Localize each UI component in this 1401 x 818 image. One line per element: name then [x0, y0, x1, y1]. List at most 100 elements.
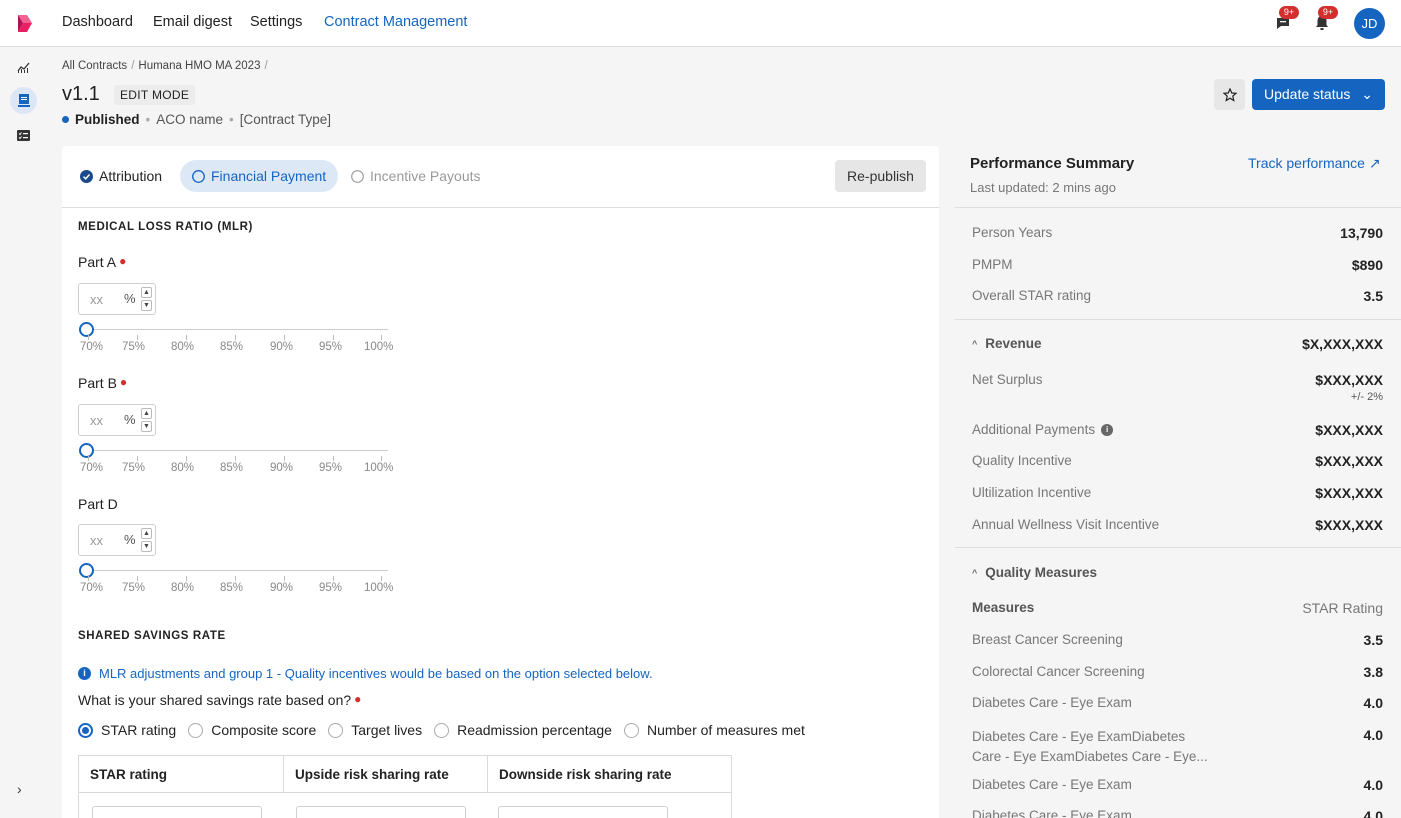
measure-row: Diabetes Care - Eye ExamDiabetes Care - …	[972, 727, 1383, 764]
metric-pmpm: PMPM $890	[972, 257, 1383, 273]
contract-form-card: Attribution Financial Payment Incentive …	[62, 146, 939, 818]
status-dot-icon	[62, 115, 69, 123]
part-d-input[interactable]: xx % ▲ ▼	[78, 524, 156, 556]
nav-dashboard[interactable]: Dashboard	[62, 14, 133, 30]
favorite-button[interactable]	[1214, 79, 1245, 110]
risk-sharing-table: STAR rating Upside risk sharing rate Dow…	[78, 755, 732, 818]
update-status-button[interactable]: Update status ⌄	[1252, 79, 1385, 110]
quality-measures-header: Measures STAR Rating	[972, 600, 1383, 616]
aco-name: ACO name	[156, 112, 224, 127]
shared-savings-heading: SHARED SAVINGS RATE	[78, 630, 226, 642]
radio-readmission-percentage[interactable]: Readmission percentage	[434, 722, 612, 738]
chevron-up-icon: ^	[972, 339, 978, 350]
checklist-icon	[17, 130, 30, 141]
sidebar: ›	[0, 47, 47, 818]
shared-savings-options: STAR rating Composite score Target lives…	[78, 722, 807, 738]
measure-row: Diabetes Care - Eye Exam 4.0	[972, 695, 1383, 711]
increment-icon[interactable]: ▲	[141, 287, 152, 298]
sidebar-analytics[interactable]	[10, 53, 37, 80]
last-updated: Last updated: 2 mins ago	[970, 180, 1116, 195]
table-header-upside: Upside risk sharing rate	[284, 756, 488, 793]
contract-document-icon	[17, 94, 30, 107]
nav-contract-management[interactable]: Contract Management	[324, 14, 467, 30]
mlr-heading: MEDICAL LOSS RATIO (MLR)	[78, 221, 253, 233]
slider-thumb[interactable]	[79, 563, 94, 578]
measure-row: Diabetes Care - Eye Exam 4.0	[972, 808, 1383, 818]
table-header-downside: Downside risk sharing rate	[488, 756, 732, 793]
contract-type: [Contract Type]	[239, 112, 332, 127]
radio-number-of-measures-met[interactable]: Number of measures met	[623, 722, 805, 738]
slider-thumb[interactable]	[79, 322, 94, 337]
star-rating-input[interactable]	[92, 806, 262, 818]
notifications-badge: 9+	[1318, 6, 1338, 19]
nav-email-digest[interactable]: Email digest	[153, 14, 232, 30]
measure-row: Colorectal Cancer Screening 3.8	[972, 664, 1383, 680]
step-tabs: Attribution Financial Payment Incentive …	[62, 146, 939, 208]
star-icon	[1222, 87, 1237, 102]
tab-financial-payment[interactable]: Financial Payment	[180, 160, 339, 192]
slider-thumb[interactable]	[79, 443, 94, 458]
quality-incentive-row: Quality Incentive $XXX,XXX	[972, 453, 1383, 469]
analytics-chart-icon	[16, 62, 29, 73]
breadcrumb-current[interactable]: Humana HMO MA 2023	[138, 60, 260, 72]
upside-rate-input[interactable]	[296, 806, 466, 818]
part-d-label: Part D	[78, 496, 118, 512]
chevron-up-icon: ^	[972, 568, 978, 579]
part-b-slider[interactable]: 70% 75% 80% 85% 90% 95% 100%	[78, 443, 393, 479]
decrement-icon[interactable]: ▼	[141, 300, 152, 311]
sidebar-contracts[interactable]	[10, 87, 37, 114]
part-d-slider[interactable]: 70% 75% 80% 85% 90% 95% 100%	[78, 563, 393, 599]
increment-icon[interactable]: ▲	[141, 408, 152, 419]
circle-outline-icon	[351, 169, 364, 183]
decrement-icon[interactable]: ▼	[141, 541, 152, 552]
edit-mode-badge: EDIT MODE	[114, 85, 196, 105]
circle-outline-icon	[192, 169, 205, 183]
shared-savings-question: What is your shared savings rate based o…	[78, 692, 362, 708]
awv-incentive-row: Annual Wellness Visit Incentive $XXX,XXX	[972, 517, 1383, 533]
breadcrumb: All Contracts / Humana HMO MA 2023/	[62, 60, 268, 72]
radio-star-rating[interactable]: STAR rating	[78, 722, 176, 738]
nav-settings[interactable]: Settings	[250, 14, 302, 30]
radio-target-lives[interactable]: Target lives	[328, 722, 422, 738]
measure-row: Diabetes Care - Eye Exam 4.0	[972, 777, 1383, 793]
quality-measures-toggle[interactable]: ^ Quality Measures	[972, 565, 1383, 580]
measure-row: Breast Cancer Screening 3.5	[972, 632, 1383, 648]
additional-payments-row: Additional Payments i $XXX,XXX	[972, 422, 1383, 438]
chevron-down-icon: ⌄	[1361, 86, 1373, 102]
external-link-icon: ↗	[1368, 155, 1381, 171]
contract-status-line: Published • ACO name • [Contract Type]	[62, 112, 331, 127]
breadcrumb-all-contracts[interactable]: All Contracts	[62, 60, 127, 72]
downside-rate-input[interactable]	[498, 806, 668, 818]
performance-summary-panel: Performance Summary Last updated: 2 mins…	[955, 146, 1401, 818]
status-text: Published	[75, 112, 140, 127]
republish-button[interactable]: Re-publish	[835, 160, 926, 192]
part-b-label: Part B ●	[78, 375, 128, 391]
part-a-label: Part A ●	[78, 254, 127, 270]
revenue-section-toggle[interactable]: ^ Revenue $X,XXX,XXX	[972, 336, 1383, 352]
expand-sidebar-chevron-icon[interactable]: ›	[17, 781, 22, 797]
app-logo-icon[interactable]	[14, 12, 36, 34]
decrement-icon[interactable]: ▼	[141, 421, 152, 432]
user-avatar[interactable]: JD	[1354, 8, 1385, 39]
track-performance-link[interactable]: Track performance ↗	[1248, 155, 1381, 172]
update-status-label: Update status	[1264, 86, 1351, 102]
info-message: i MLR adjustments and group 1 - Quality …	[78, 666, 653, 681]
radio-composite-score[interactable]: Composite score	[188, 722, 316, 738]
part-a-input[interactable]: xx % ▲ ▼	[78, 283, 156, 315]
increment-icon[interactable]: ▲	[141, 528, 152, 539]
top-navigation: Dashboard Email digest Settings Contract…	[0, 0, 1401, 47]
utilization-incentive-row: Ultilization Incentive $XXX,XXX	[972, 485, 1383, 501]
table-header-star-rating: STAR rating	[79, 756, 284, 793]
sidebar-checklist[interactable]	[10, 122, 37, 149]
metric-person-years: Person Years 13,790	[972, 225, 1383, 241]
version-title: v1.1	[62, 83, 100, 105]
part-a-slider[interactable]: 70% 75% 80% 85% 90% 95% 100%	[78, 322, 393, 358]
check-circle-icon	[80, 169, 93, 183]
net-surplus-row: Net Surplus $XXX,XXX +/- 2%	[972, 372, 1383, 403]
part-b-input[interactable]: xx % ▲ ▼	[78, 404, 156, 436]
tab-attribution[interactable]: Attribution	[68, 160, 174, 192]
tab-incentive-payouts[interactable]: Incentive Payouts	[339, 160, 493, 192]
info-icon[interactable]: i	[1101, 424, 1114, 437]
messages-badge: 9+	[1279, 6, 1299, 19]
performance-summary-title: Performance Summary	[970, 155, 1135, 172]
